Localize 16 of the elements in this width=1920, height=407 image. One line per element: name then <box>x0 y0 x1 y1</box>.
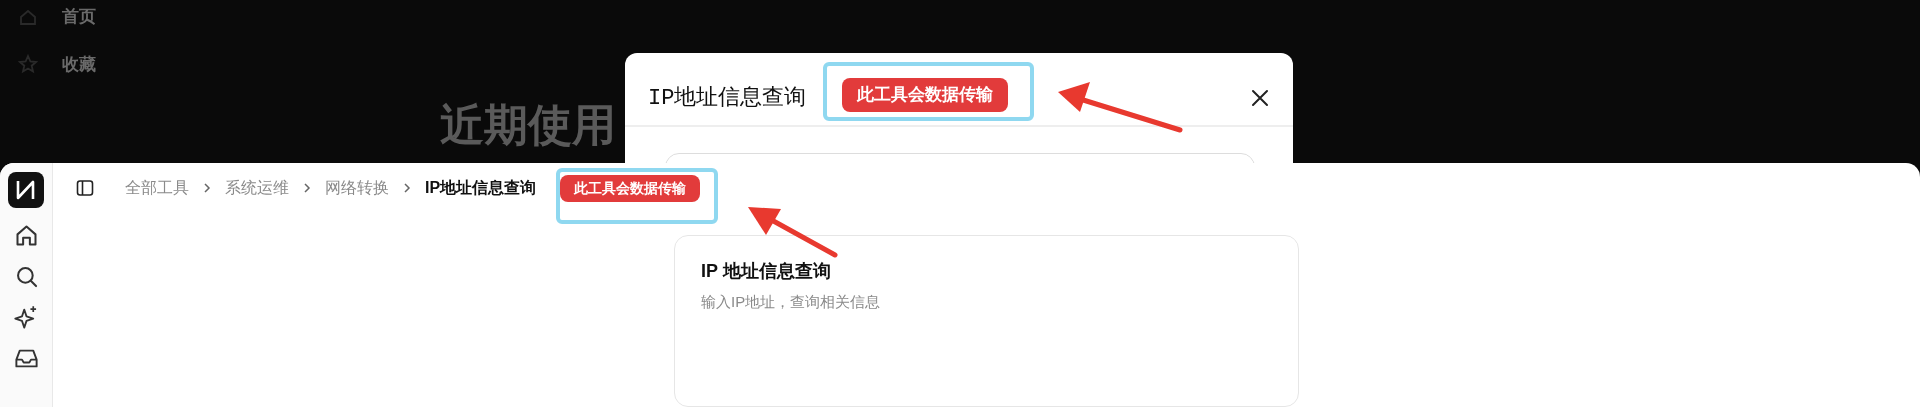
sidebar-toggle-icon[interactable] <box>75 178 95 199</box>
card-title: IP 地址信息查询 <box>701 259 832 283</box>
warning-badge: 此工具会数据传输 <box>560 174 701 202</box>
breadcrumb-item[interactable]: 系统运维 <box>225 176 289 201</box>
dialog-title: IP地址信息查询 <box>648 84 807 113</box>
breadcrumb-item[interactable]: 网络转换 <box>325 176 389 201</box>
breadcrumb-item[interactable]: 全部工具 <box>125 176 189 201</box>
page-heading: 近期使用 <box>440 99 616 151</box>
close-icon[interactable] <box>1249 87 1271 109</box>
sidebar-item[interactable]: 收藏 <box>62 51 96 77</box>
logo-icon[interactable] <box>8 172 44 208</box>
card-subtitle: 输入IP地址，查询相关信息 <box>701 291 882 312</box>
star-icon[interactable] <box>18 54 38 75</box>
sidebar-item[interactable]: 首页 <box>62 4 96 30</box>
breadcrumb-item: IP地址信息查询 <box>425 178 537 199</box>
warning-badge: 此工具会数据传输 <box>842 78 1008 112</box>
